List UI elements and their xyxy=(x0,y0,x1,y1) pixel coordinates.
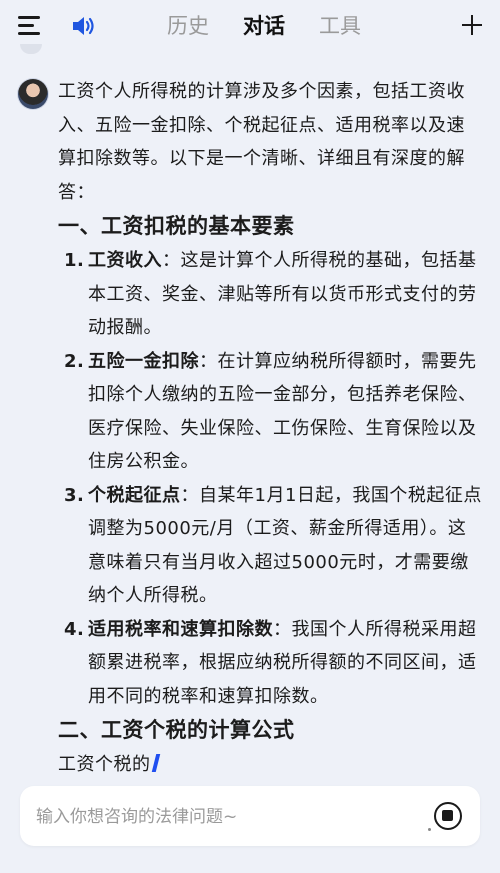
question-input[interactable] xyxy=(34,786,418,848)
section-heading: 一、工资扣税的基本要素 xyxy=(58,214,295,238)
typing-cursor xyxy=(151,754,160,772)
avatar xyxy=(18,79,48,109)
menu-icon[interactable] xyxy=(18,14,44,38)
list-item: 1. 工资收入：这是计算个人所得税的基础，包括基本工资、奖金、津贴等所有以货币形式… xyxy=(64,250,477,338)
tab-chat[interactable]: 对话 xyxy=(226,10,302,42)
element-list: 1. 工资收入：这是计算个人所得税的基础，包括基本工资、奖金、津贴等所有以货币形式… xyxy=(58,244,482,713)
section-heading: 二、工资个税的计算公式 xyxy=(58,718,295,742)
top-bar: 历史 对话 工具 xyxy=(0,0,500,52)
previous-message-edge xyxy=(20,44,42,54)
tab-bar: 历史 对话 工具 xyxy=(150,10,378,42)
list-item: 4. 适用税率和速算扣除数：我国个人所得税采用超额累进税率，根据应纳税所得额的不同… xyxy=(64,618,477,707)
item-term: 个税起征点 xyxy=(88,484,181,506)
speaker-icon[interactable] xyxy=(70,14,98,38)
tab-tools[interactable]: 工具 xyxy=(302,10,378,42)
list-item: 3. 个税起征点：自某年1月1日起，我国个税起征点调整为5000元/月（工资、薪金… xyxy=(64,484,482,607)
item-term: 五险一金扣除 xyxy=(88,350,199,372)
chat-input-bar xyxy=(20,786,480,848)
tab-history[interactable]: 历史 xyxy=(150,10,226,42)
assistant-message: 工资个人所得税的计算涉及多个因素，包括工资收入、五险一金扣除、个税起征点、适用税… xyxy=(58,75,482,782)
stop-icon[interactable] xyxy=(434,802,462,830)
list-item: 2. 五险一金扣除：在计算应纳税所得额时，需要先扣除个人缴纳的五险一金部分，包括养… xyxy=(64,350,477,473)
plus-icon[interactable] xyxy=(460,13,484,37)
item-term: 工资收入 xyxy=(88,250,162,271)
message-intro: 工资个人所得税的计算涉及多个因素，包括工资收入、五险一金扣除、个税起征点、适用税… xyxy=(58,81,465,203)
item-term: 适用税率和速算扣除数 xyxy=(88,618,273,640)
streaming-text: 工资个税的 xyxy=(58,748,482,782)
status-dot xyxy=(428,828,431,831)
